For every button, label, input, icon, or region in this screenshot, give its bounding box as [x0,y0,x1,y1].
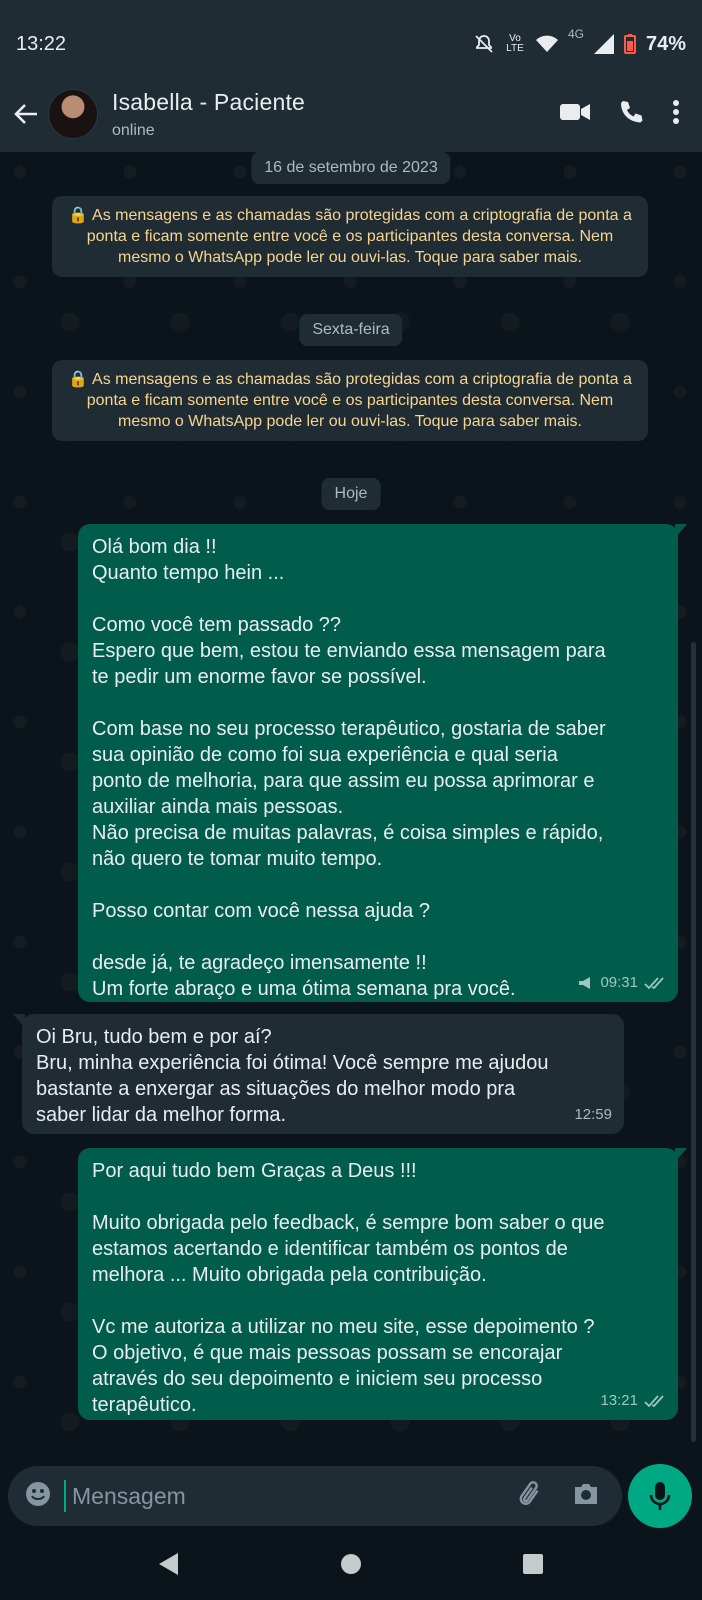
lock-icon: 🔒 [68,207,89,224]
back-button[interactable] [4,101,48,127]
message-line: O objetivo, é que mais pessoas possam se… [92,1342,563,1364]
nav-back-button[interactable] [158,1552,180,1581]
date-pill: 16 de setembro de 2023 [251,152,451,184]
status-bar: 13:22 Vo LTE 4G 74% [0,0,702,88]
mic-button[interactable] [628,1464,692,1528]
contact-avatar[interactable] [48,89,98,139]
message-line: Quanto tempo hein ... [92,562,285,584]
back-arrow-icon [14,104,37,124]
message-line: Espero que bem, estou te enviando essa m… [92,640,606,662]
message-line: Bru, minha experiência foi ótima! Você s… [36,1052,549,1074]
message-composer [0,1464,702,1532]
message-line: sua opinião de como foi sua experiência … [92,744,558,766]
nav-home-button[interactable] [340,1553,362,1580]
message-line: Como você tem passado ?? [92,614,342,636]
message-line: Olá bom dia !! [92,536,217,558]
message-line [92,1184,664,1210]
input-actions [516,1480,600,1513]
lock-icon: 🔒 [68,371,89,388]
emoji-button[interactable] [24,1480,52,1513]
contact-presence: online [112,121,155,139]
network-type: 4G [567,26,584,41]
message-line: auxiliar ainda mais pessoas. [92,796,344,818]
date-pill: Sexta-feira [299,314,403,346]
attach-icon [519,1480,539,1505]
message-meta: 12:59 [574,1102,612,1128]
message-line: saber lidar da melhor forma. [36,1104,287,1126]
read-ticks-icon [644,977,664,990]
message-line [92,690,664,716]
notifications-off-icon [475,35,493,53]
message-line: através do seu depoimento e iniciem seu … [92,1368,543,1390]
message-input[interactable] [64,1480,516,1512]
message-line: melhora ... Muito obrigada pela contribu… [92,1264,487,1286]
message-line: Com base no seu processo terapêutico, go… [92,718,606,740]
message-bubble-outgoing[interactable]: Olá bom dia !! Quanto tempo hein ... Com… [78,524,687,1002]
message-line: estamos acertando e identificar também o… [92,1238,568,1260]
nav-recents-icon [523,1553,543,1574]
contact-name: Isabella - Paciente [112,88,306,115]
nav-recents-button[interactable] [522,1553,544,1580]
bubble-tail [675,524,687,538]
message-line: Posso contar com você nessa ajuda ? [92,900,430,922]
encryption-notice[interactable]: 🔒 As mensagens e as chamadas são protegid… [52,360,648,441]
bubble-tail [675,1148,687,1162]
chat-area[interactable]: 16 de setembro de 2023 🔒 As mensagens e a… [0,152,702,1464]
wifi-icon [535,35,558,52]
message-time: 13:21 [600,1392,638,1409]
message-line [92,924,664,950]
message-line: terapêutico. [92,1394,197,1416]
battery-level: 74% [645,32,686,55]
message-line: Não precisa de muitas palavras, é coisa … [92,822,604,844]
date-pill: Hoje [321,478,381,510]
message-meta: 13:21 [600,1388,666,1414]
header-actions [560,99,680,130]
video-call-icon [560,103,590,120]
message-line: te pedir um enorme favor se possível. [92,666,427,688]
message-line: Por aqui tudo bem Graças a Deus !!! [92,1160,417,1182]
camera-icon [575,1483,597,1504]
voice-call-icon [621,100,643,122]
message-line: bastante a enxergar as situações do melh… [36,1078,516,1100]
contact-info[interactable]: Isabella - Paciente online [112,89,560,140]
encryption-notice-text: As mensagens e as chamadas são protegida… [86,207,632,266]
status-time: 13:22 [16,32,67,55]
message-bubble-incoming[interactable]: Oi Bru, tudo bem e por aí? Bru, minha ex… [13,1014,624,1134]
message-time: 09:31 [600,974,638,991]
attach-button[interactable] [516,1480,544,1513]
status-icons: Vo LTE 4G 74% [474,27,686,56]
encryption-notice[interactable]: 🔒 As mensagens e as chamadas são protegid… [52,196,648,277]
bubble-tail [13,1014,25,1028]
mic-icon [649,1482,671,1510]
broadcast-megaphone-icon [579,977,591,989]
message-line: Vc me autoriza a utilizar no meu site, e… [92,1316,595,1338]
video-call-button[interactable] [560,101,590,128]
message-input-container [8,1466,622,1526]
read-ticks-icon [644,1395,664,1408]
message-line [92,872,664,898]
more-options-button[interactable] [672,99,680,130]
message-time: 12:59 [574,1106,612,1123]
more-options-icon [673,99,679,124]
voice-call-button[interactable] [618,99,644,130]
emoji-icon [26,1481,50,1506]
message-line [92,1288,664,1314]
signal-icon [593,34,614,54]
nav-home-icon [341,1553,361,1574]
message-meta: 09:31 [578,970,666,996]
message-line [92,586,664,612]
message-line: Oi Bru, tudo bem e por aí? [36,1026,272,1048]
battery-icon [623,34,636,54]
message-line: não quero te tomar muito tempo. [92,848,383,870]
encryption-notice-text: As mensagens e as chamadas são protegida… [86,371,632,430]
volte-icon: Vo LTE [506,33,524,54]
system-navigation-bar [0,1532,702,1600]
message-bubble-outgoing[interactable]: Por aqui tudo bem Graças a Deus !!! Muit… [78,1148,687,1420]
chat-header: Isabella - Paciente online [0,76,702,152]
camera-button[interactable] [572,1481,600,1512]
nav-back-icon [159,1552,178,1575]
message-line: Muito obrigada pelo feedback, é sempre b… [92,1212,605,1234]
message-line: ponto de melhoria, para que assim eu pos… [92,770,595,792]
chat-scrollbar[interactable] [691,642,696,1442]
